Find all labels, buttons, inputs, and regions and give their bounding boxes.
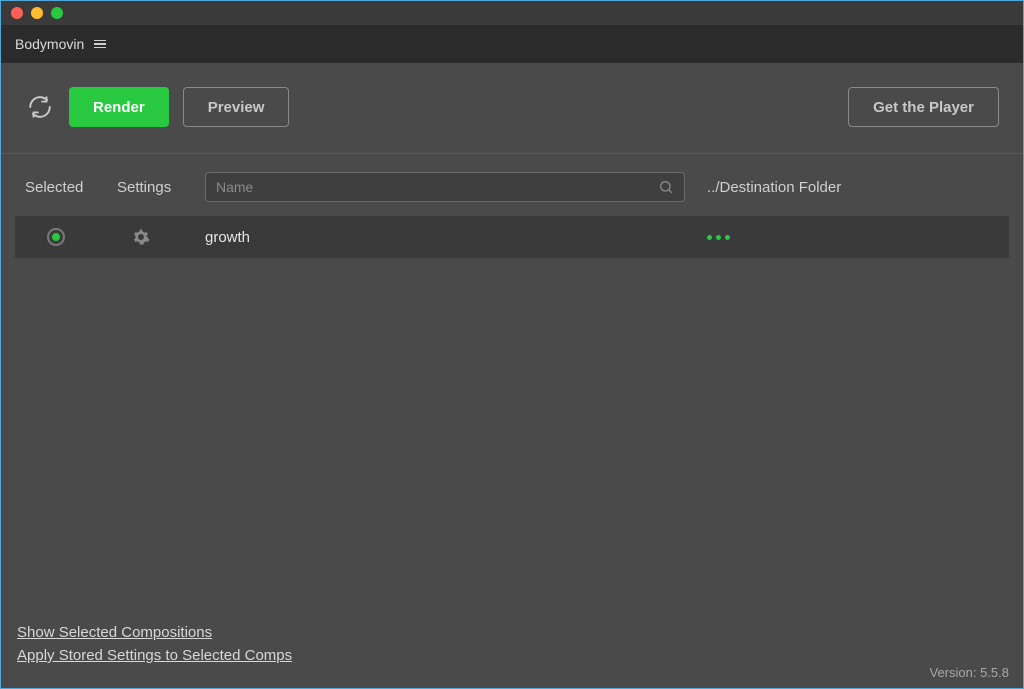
refresh-icon[interactable] — [25, 92, 55, 122]
destination-picker-icon[interactable] — [707, 235, 730, 240]
composition-row: growth — [15, 216, 1009, 258]
selected-dot-icon — [52, 233, 60, 241]
search-input[interactable] — [216, 179, 658, 195]
column-selected: Selected — [25, 179, 117, 196]
list-header: Selected Settings ../Destination Folder — [1, 154, 1023, 216]
preview-button[interactable]: Preview — [183, 87, 290, 127]
get-player-button[interactable]: Get the Player — [848, 87, 999, 127]
version-label: Version: 5.5.8 — [930, 665, 1010, 680]
app-title: Bodymovin — [15, 36, 84, 52]
toolbar: Render Preview Get the Player — [1, 63, 1023, 154]
app-bar: Bodymovin — [1, 25, 1023, 63]
column-destination: ../Destination Folder — [685, 179, 999, 196]
column-name — [205, 172, 685, 202]
name-search[interactable] — [205, 172, 685, 202]
footer-links: Show Selected Compositions Apply Stored … — [17, 624, 292, 664]
gear-icon[interactable] — [132, 228, 150, 246]
row-selected-toggle[interactable] — [47, 228, 65, 246]
column-settings: Settings — [117, 179, 205, 196]
close-icon[interactable] — [11, 7, 23, 19]
minimize-icon[interactable] — [31, 7, 43, 19]
menu-icon[interactable] — [94, 40, 106, 49]
maximize-icon[interactable] — [51, 7, 63, 19]
row-name: growth — [205, 229, 685, 246]
apply-stored-link[interactable]: Apply Stored Settings to Selected Comps — [17, 647, 292, 664]
bodymovin-window: Bodymovin Render Preview Get the Player … — [0, 0, 1024, 689]
window-titlebar — [1, 1, 1023, 25]
show-selected-link[interactable]: Show Selected Compositions — [17, 624, 292, 641]
search-icon — [658, 179, 674, 195]
render-button[interactable]: Render — [69, 87, 169, 127]
